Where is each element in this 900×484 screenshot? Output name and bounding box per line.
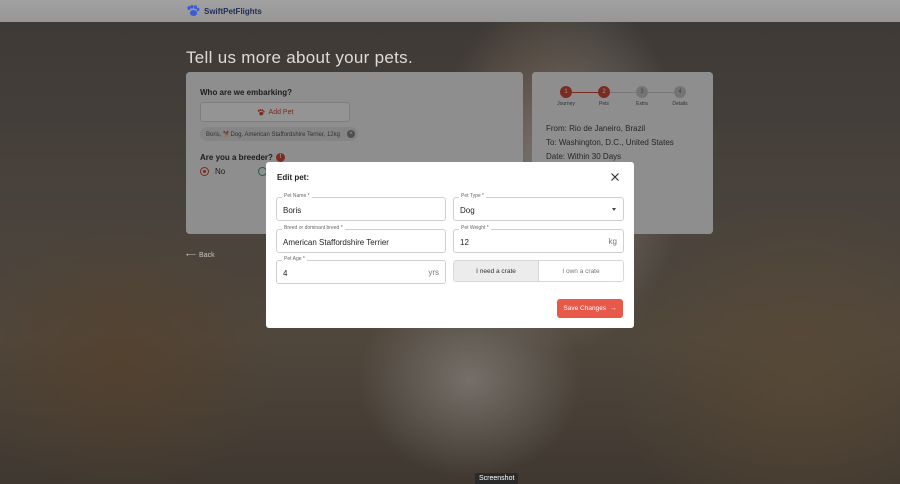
- age-label: Pet Age *: [282, 256, 307, 262]
- caret-down-icon: [612, 208, 616, 211]
- brand-name: SwiftPetFlights: [204, 6, 262, 16]
- weight-unit: kg: [608, 237, 617, 246]
- weight-input[interactable]: [460, 236, 599, 248]
- save-changes-label: Save Changes: [563, 305, 607, 312]
- pet-type-label: Pet Type *: [459, 193, 486, 199]
- crate-own-option[interactable]: I own a crate: [539, 261, 623, 281]
- back-link[interactable]: ⟵ Back: [186, 251, 215, 260]
- age-unit: yrs: [428, 268, 439, 277]
- arrow-left-icon: ⟵: [186, 252, 197, 259]
- arrow-right-icon: →: [610, 305, 617, 312]
- brand-logo[interactable]: SwiftPetFlights: [186, 5, 262, 17]
- dialog-title: Edit pet:: [277, 173, 309, 182]
- edit-pet-dialog: Edit pet: Pet Name * Pet Type * Breed or…: [266, 162, 634, 328]
- page-title: Tell us more about your pets.: [186, 48, 413, 67]
- age-field[interactable]: Pet Age * yrs: [276, 256, 446, 284]
- weight-label: Pet Weight *: [459, 225, 491, 231]
- age-input[interactable]: [283, 267, 421, 279]
- pet-name-label: Pet Name *: [282, 193, 312, 199]
- paw-icon: [187, 5, 200, 16]
- close-icon[interactable]: [610, 172, 620, 182]
- back-label: Back: [199, 251, 215, 259]
- weight-field[interactable]: Pet Weight * kg: [453, 225, 624, 253]
- crate-toggle: I need a crate I own a crate: [453, 260, 624, 282]
- crate-need-option[interactable]: I need a crate: [454, 261, 539, 281]
- navbar-overlay: [0, 0, 900, 22]
- pet-type-value[interactable]: [460, 204, 599, 216]
- breed-label: Breed or dominant breed *: [282, 225, 345, 231]
- pet-name-input[interactable]: [283, 204, 421, 216]
- save-changes-button[interactable]: Save Changes →: [557, 299, 623, 318]
- breed-input[interactable]: [283, 236, 439, 248]
- pet-type-select[interactable]: Pet Type *: [453, 193, 624, 221]
- tooltip: Screenshot: [475, 473, 519, 484]
- pet-name-field[interactable]: Pet Name *: [276, 193, 446, 221]
- breed-field[interactable]: Breed or dominant breed *: [276, 225, 446, 253]
